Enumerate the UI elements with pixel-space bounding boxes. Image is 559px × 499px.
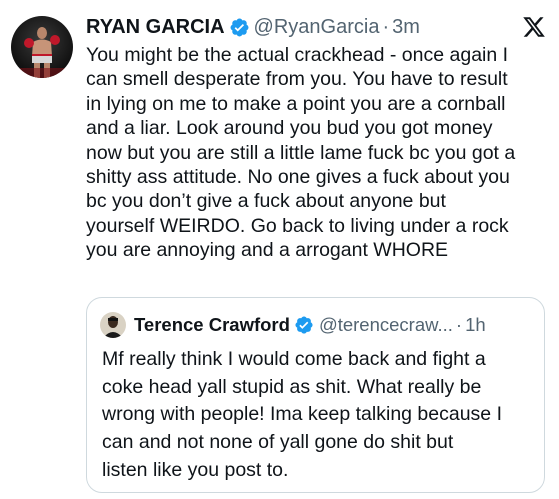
tweet-card[interactable]: RYAN GARCIA @RyanGarcia · 3m You might b… xyxy=(0,0,559,499)
x-logo-icon[interactable] xyxy=(522,15,546,39)
quoted-author-handle[interactable]: @terencecraw... xyxy=(319,314,453,336)
quoted-tweet-text: Mf really think I would come back and fi… xyxy=(102,348,502,481)
quoted-tweet-timestamp[interactable]: 1h xyxy=(465,314,486,336)
author-avatar[interactable] xyxy=(11,16,73,78)
quoted-author-avatar[interactable] xyxy=(100,312,126,338)
author-handle[interactable]: @RyanGarcia xyxy=(254,16,380,39)
separator-dot: · xyxy=(382,15,390,38)
verified-badge-icon xyxy=(229,17,250,38)
separator-dot: · xyxy=(455,314,463,335)
tweet-timestamp[interactable]: 3m xyxy=(392,16,420,39)
tweet-header: RYAN GARCIA @RyanGarcia · 3m xyxy=(86,13,420,41)
quoted-author-name[interactable]: Terence Crawford xyxy=(134,314,290,336)
quoted-tweet-header: Terence Crawford @terencecraw... · 1h xyxy=(134,312,486,338)
tweet-text: You might be the actual crackhead - once… xyxy=(86,44,516,262)
author-name[interactable]: RYAN GARCIA xyxy=(86,16,225,39)
verified-badge-icon xyxy=(294,315,314,335)
quoted-tweet[interactable]: Terence Crawford @terencecraw... · 1h Mf… xyxy=(86,297,545,493)
